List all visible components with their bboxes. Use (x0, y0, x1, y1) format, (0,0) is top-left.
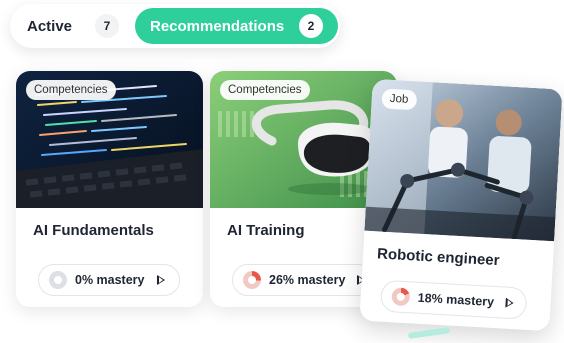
play-icon (156, 275, 165, 285)
mastery-progress-icon (243, 271, 261, 289)
card-ai-fundamentals[interactable]: Competencies AI Fundamentals 0% mastery (16, 71, 203, 307)
card-title: AI Fundamentals (33, 222, 154, 239)
play-icon (505, 297, 515, 309)
card-title: Robotic engineer (376, 245, 500, 270)
mastery-button[interactable]: 0% mastery (38, 264, 180, 296)
card-robotic-engineer[interactable]: Job Robotic engineer 18% mastery (359, 78, 563, 332)
mastery-button[interactable]: 26% mastery (232, 264, 374, 296)
tab-active-count-badge: 7 (95, 14, 119, 38)
card-tag: Competencies (220, 80, 310, 100)
tab-active[interactable]: Active 7 (14, 8, 129, 44)
mastery-label: 18% mastery (417, 290, 495, 309)
card-tag: Competencies (26, 80, 116, 100)
decorative-accent-dash (407, 327, 451, 339)
mastery-label: 26% mastery (269, 273, 346, 287)
tab-active-label: Active (27, 17, 73, 35)
tab-recommendations[interactable]: Recommendations 2 (135, 8, 338, 44)
mastery-progress-icon (391, 287, 411, 307)
mastery-button[interactable]: 18% mastery (379, 279, 528, 320)
mastery-label: 0% mastery (75, 273, 145, 287)
card-tag: Job (381, 88, 417, 111)
mastery-progress-icon (49, 271, 67, 289)
tab-bar: Active 7 Recommendations 2 (10, 4, 340, 48)
tab-recommendations-count-badge: 2 (299, 14, 323, 38)
card-title: AI Training (227, 222, 305, 239)
tab-recommendations-label: Recommendations (150, 17, 285, 35)
